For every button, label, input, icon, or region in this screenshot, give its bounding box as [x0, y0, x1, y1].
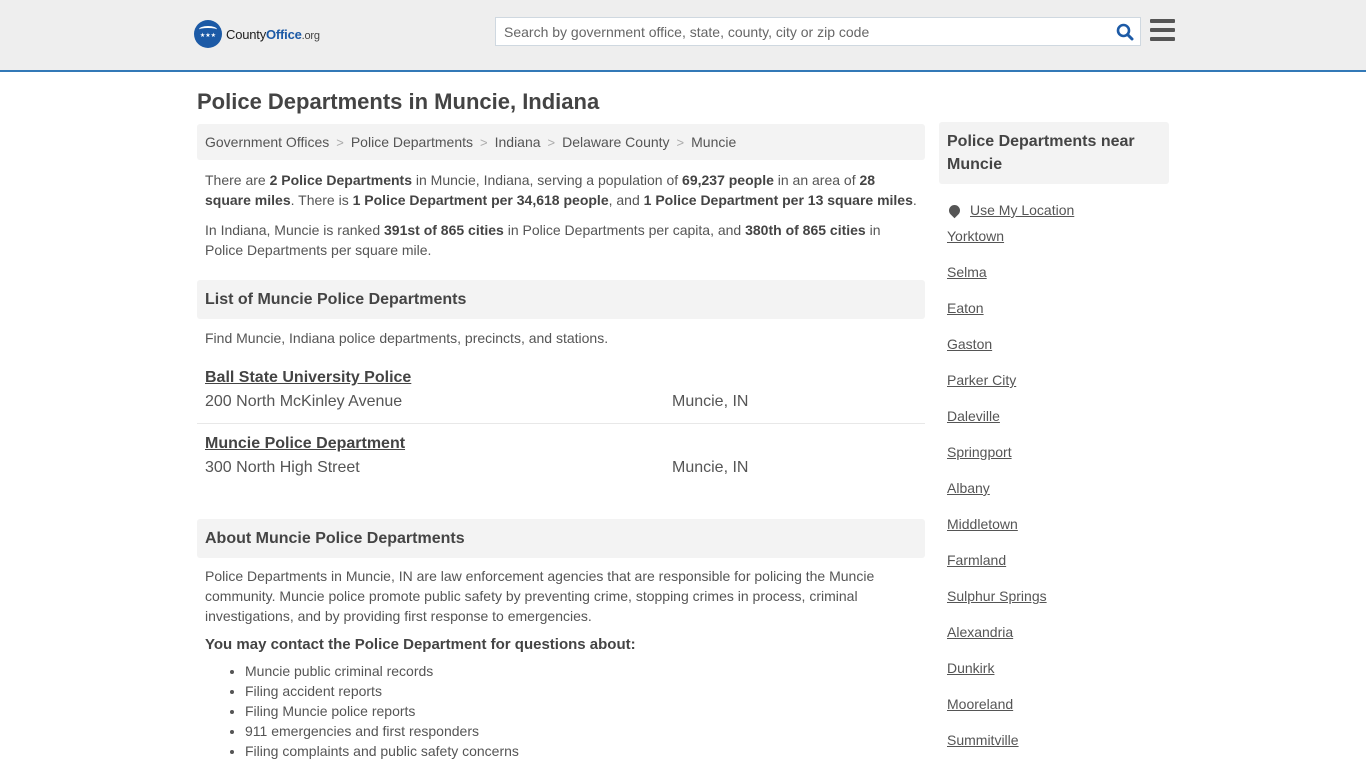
- search-input[interactable]: [496, 18, 1110, 45]
- nearby-city-link[interactable]: Selma: [947, 254, 1169, 290]
- breadcrumb-separator: >: [336, 134, 344, 150]
- nearby-city-link[interactable]: Summitville: [947, 722, 1169, 758]
- use-my-location-link[interactable]: Use My Location: [970, 202, 1074, 218]
- list-item: 911 emergencies and first responders: [245, 721, 925, 741]
- department-link[interactable]: Ball State University Police: [205, 369, 411, 387]
- nearby-city-link[interactable]: Dunkirk: [947, 650, 1169, 686]
- nearby-city-link[interactable]: Daleville: [947, 398, 1169, 434]
- department-city: Muncie, IN: [672, 393, 749, 410]
- hamburger-menu-icon[interactable]: [1150, 19, 1175, 42]
- nearby-city-link[interactable]: Alexandria: [947, 614, 1169, 650]
- list-section-heading: List of Muncie Police Departments: [197, 280, 925, 319]
- breadcrumb: Government Offices > Police Departments …: [197, 124, 925, 160]
- list-item: Muncie Police Department 300 North High …: [197, 423, 925, 488]
- department-link[interactable]: Muncie Police Department: [205, 435, 405, 453]
- breadcrumb-muncie[interactable]: Muncie: [691, 134, 736, 150]
- breadcrumb-government-offices[interactable]: Government Offices: [205, 134, 329, 150]
- search-button[interactable]: [1110, 18, 1140, 45]
- breadcrumb-separator: >: [547, 134, 556, 150]
- main-column: Government Offices > Police Departments …: [197, 124, 925, 761]
- department-address: 200 North McKinley Avenue: [205, 393, 403, 410]
- search-icon: [1116, 23, 1134, 40]
- nearby-city-link[interactable]: Mooreland: [947, 686, 1169, 722]
- nearby-city-link[interactable]: Yorktown: [947, 218, 1169, 254]
- department-list: Ball State University Police 200 North M…: [197, 358, 925, 488]
- summary-paragraph: There are 2 Police Departments in Muncie…: [205, 172, 917, 208]
- breadcrumb-indiana[interactable]: Indiana: [495, 134, 541, 150]
- breadcrumb-delaware-county[interactable]: Delaware County: [562, 134, 669, 150]
- sidebar-heading: Police Departments near Muncie: [939, 122, 1169, 184]
- logo-text: CountyOffice.org: [226, 26, 320, 42]
- nearby-city-link[interactable]: Gaston: [947, 326, 1169, 362]
- topics-list: Muncie public criminal records Filing ac…: [197, 661, 925, 761]
- map-pin-icon: [946, 202, 963, 218]
- about-section-heading: About Muncie Police Departments: [197, 519, 925, 558]
- eagle-logo-icon: ★★★: [194, 20, 222, 48]
- search-bar: [495, 17, 1141, 46]
- site-logo[interactable]: ★★★ CountyOffice.org: [194, 20, 320, 48]
- department-city: Muncie, IN: [672, 459, 749, 476]
- about-subheading: You may contact the Police Department fo…: [205, 636, 636, 653]
- nearby-city-link[interactable]: Middletown: [947, 506, 1169, 542]
- page-title: Police Departments in Muncie, Indiana: [197, 89, 600, 114]
- nearby-city-link[interactable]: Eaton: [947, 290, 1169, 326]
- ranking-paragraph: In Indiana, Muncie is ranked 391st of 86…: [205, 222, 881, 258]
- use-location-row: Use My Location: [939, 202, 1169, 218]
- list-item: Filing Muncie police reports: [245, 701, 925, 721]
- nearby-city-link[interactable]: Springport: [947, 434, 1169, 470]
- nearby-cities-list: Yorktown Selma Eaton Gaston Parker City …: [939, 218, 1169, 758]
- breadcrumb-separator: >: [480, 134, 488, 150]
- nearby-city-link[interactable]: Parker City: [947, 362, 1169, 398]
- site-header: ★★★ CountyOffice.org: [0, 0, 1366, 72]
- nearby-city-link[interactable]: Farmland: [947, 542, 1169, 578]
- nearby-city-link[interactable]: Sulphur Springs: [947, 578, 1169, 614]
- list-item: Filing accident reports: [245, 681, 925, 701]
- sidebar: Police Departments near Muncie Use My Lo…: [939, 122, 1169, 758]
- nearby-city-link[interactable]: Albany: [947, 470, 1169, 506]
- list-item: Ball State University Police 200 North M…: [197, 358, 925, 423]
- list-item: Filing complaints and public safety conc…: [245, 741, 925, 761]
- breadcrumb-police-departments[interactable]: Police Departments: [351, 134, 473, 150]
- list-intro: Find Muncie, Indiana police departments,…: [205, 330, 609, 346]
- about-paragraph: Police Departments in Muncie, IN are law…: [205, 568, 875, 624]
- department-address: 300 North High Street: [205, 459, 360, 476]
- breadcrumb-separator: >: [676, 134, 685, 150]
- list-item: Muncie public criminal records: [245, 661, 925, 681]
